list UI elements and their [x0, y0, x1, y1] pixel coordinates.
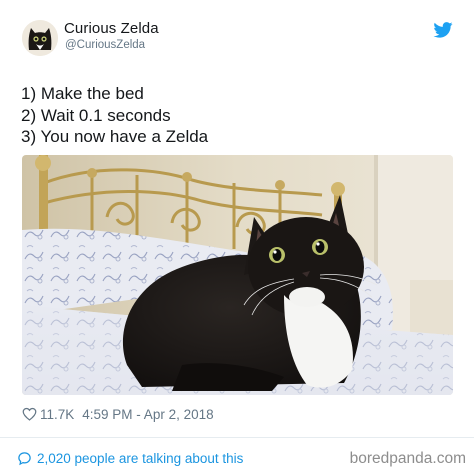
avatar[interactable] [22, 20, 58, 56]
tweet-card: Curious Zelda @CuriousZelda 1) Make the … [0, 0, 474, 474]
tweet-line-3: 3) You now have a Zelda [21, 127, 209, 146]
talking-about-text[interactable]: 2,020 people are talking about this [37, 451, 243, 466]
tweet-photo[interactable] [22, 155, 453, 395]
cat-avatar-image [22, 20, 58, 56]
speech-bubble-icon [18, 451, 31, 465]
heart-icon[interactable] [22, 407, 37, 421]
tweet-timestamp[interactable]: 4:59 PM - Apr 2, 2018 [82, 407, 213, 422]
display-name[interactable]: Curious Zelda [64, 20, 159, 37]
like-count[interactable]: 11.7K [40, 407, 74, 422]
cat-on-bed-photo [22, 155, 453, 395]
twitter-bird-icon[interactable] [433, 22, 453, 38]
talking-about-link[interactable]: 2,020 people are talking about this [17, 449, 243, 467]
tweet-line-2: 2) Wait 0.1 seconds [21, 105, 171, 125]
tweet-text: 1) Make the bed 2) Wait 0.1 seconds 3) Y… [21, 83, 208, 148]
tweet-line-1: 1) Make the bed [21, 84, 144, 103]
divider [0, 437, 474, 438]
user-handle[interactable]: @CuriousZelda [65, 39, 145, 51]
tweet-meta: 11.7K 4:59 PM - Apr 2, 2018 [22, 405, 214, 423]
watermark: boredpanda.com [349, 450, 466, 467]
